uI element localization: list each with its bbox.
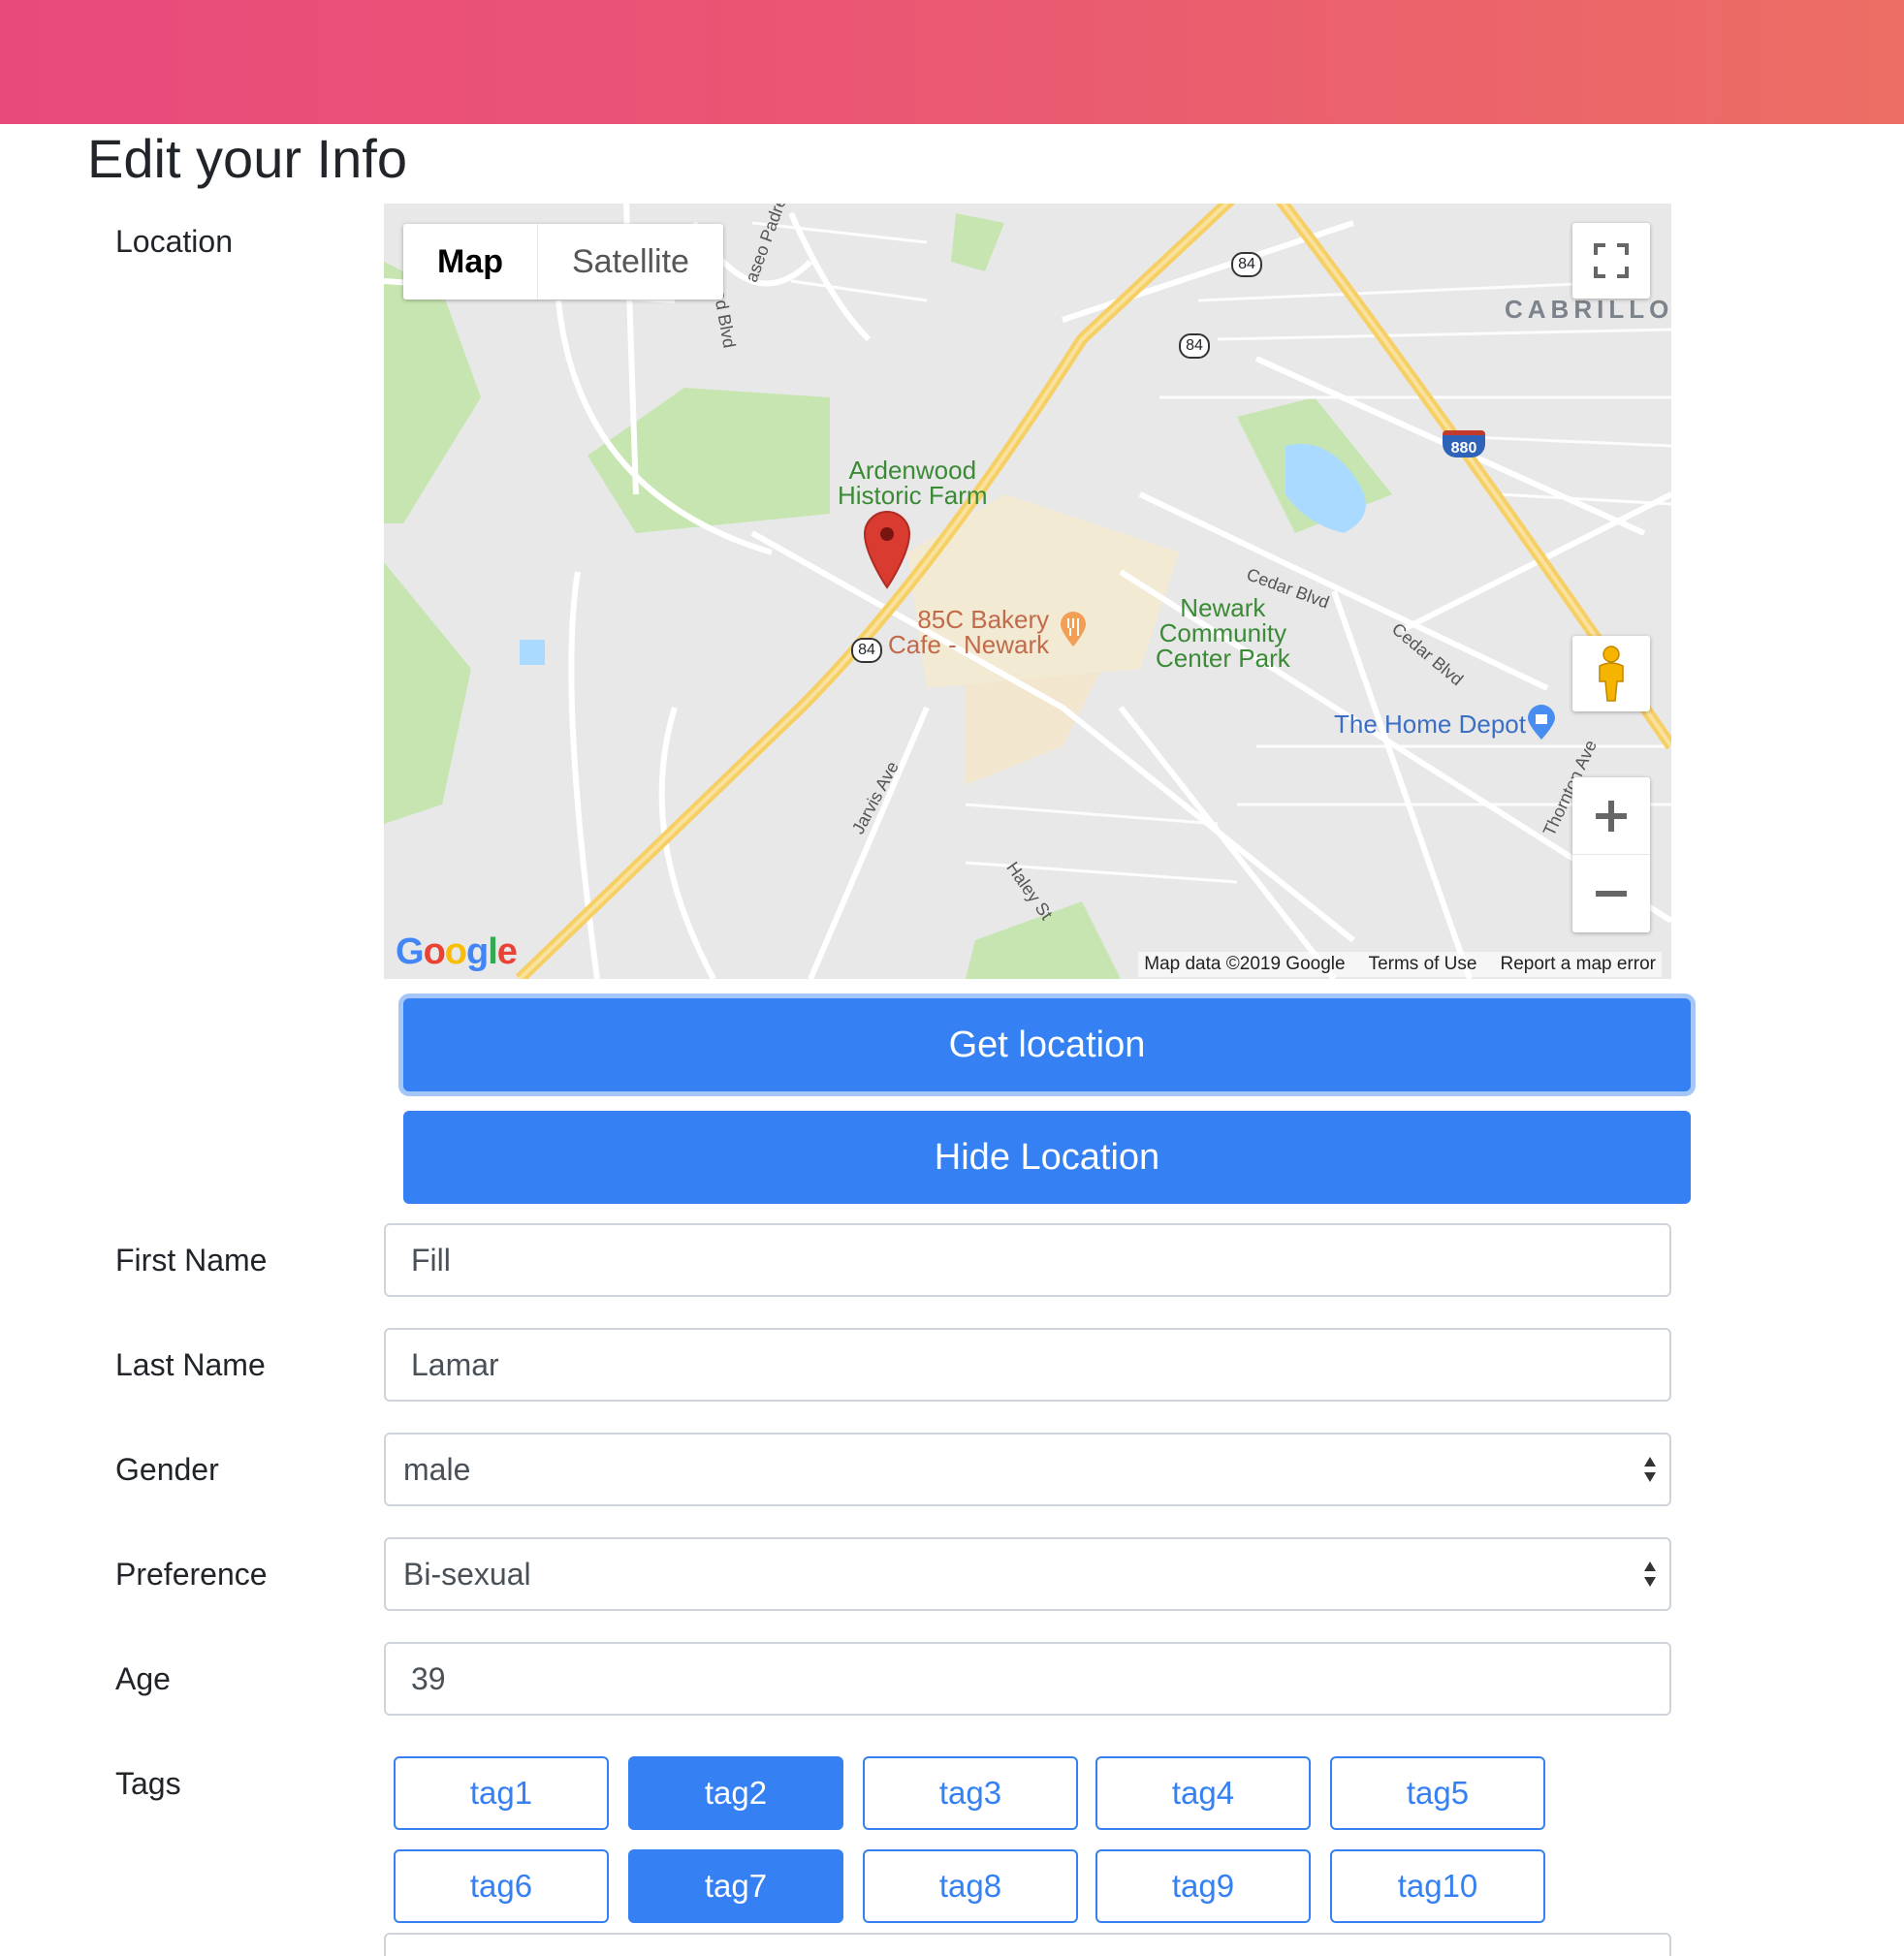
tag-button[interactable]: tag10 bbox=[1330, 1849, 1545, 1923]
location-label: Location bbox=[115, 224, 233, 259]
tag-button[interactable]: tag8 bbox=[863, 1849, 1078, 1923]
select-arrows-icon bbox=[1644, 1457, 1656, 1482]
highway-shield-84: 84 bbox=[1179, 333, 1210, 359]
gender-select-value: male bbox=[403, 1452, 471, 1487]
preference-select[interactable]: Bi-sexual bbox=[384, 1537, 1671, 1611]
map-type-map-button[interactable]: Map bbox=[403, 224, 538, 300]
google-logo-e: e bbox=[496, 931, 518, 972]
next-field[interactable] bbox=[384, 1933, 1671, 1956]
google-logo[interactable]: Google bbox=[396, 931, 518, 973]
google-logo-l: l bbox=[488, 931, 498, 972]
first-name-field[interactable]: Fill bbox=[384, 1223, 1671, 1297]
tags-label: Tags bbox=[115, 1766, 181, 1801]
age-label: Age bbox=[115, 1661, 171, 1696]
map-label-park-line3: Center Park bbox=[1156, 644, 1290, 673]
map-label-ardenwood-line2: Historic Farm bbox=[838, 481, 988, 510]
zoom-out-button[interactable] bbox=[1572, 855, 1650, 932]
map-marker-icon[interactable] bbox=[863, 510, 911, 589]
header-bar bbox=[0, 0, 1904, 124]
map-label-bakery-line1: 85C Bakery bbox=[917, 605, 1050, 634]
google-logo-o1: o bbox=[423, 931, 446, 972]
map[interactable]: CABRILLO Ardenwood Historic Farm 85C Bak… bbox=[384, 204, 1671, 979]
pegman-icon bbox=[1599, 646, 1624, 702]
tag-button[interactable]: tag7 bbox=[628, 1849, 843, 1923]
street-view-button[interactable] bbox=[1572, 636, 1650, 711]
gender-select[interactable]: male bbox=[384, 1433, 1671, 1506]
map-type-satellite-button[interactable]: Satellite bbox=[538, 224, 723, 300]
map-type-control: Map Satellite bbox=[403, 224, 723, 300]
map-data-attribution: Map data ©2019 Google bbox=[1144, 954, 1346, 974]
map-label-home-depot: The Home Depot bbox=[1334, 710, 1526, 739]
tag-button[interactable]: tag6 bbox=[394, 1849, 609, 1923]
minus-icon bbox=[1596, 891, 1627, 897]
map-label-park-line2: Community bbox=[1158, 618, 1287, 647]
map-label-bakery-line2: Cafe - Newark bbox=[888, 630, 1050, 659]
tag-button[interactable]: tag2 bbox=[628, 1756, 843, 1830]
fullscreen-button[interactable] bbox=[1572, 223, 1650, 299]
gender-label: Gender bbox=[115, 1452, 219, 1487]
map-label-ardenwood-line1: Ardenwood bbox=[848, 456, 977, 485]
tag-button[interactable]: tag4 bbox=[1095, 1756, 1311, 1830]
last-name-label: Last Name bbox=[115, 1347, 266, 1382]
plus-icon bbox=[1596, 800, 1627, 832]
preference-label: Preference bbox=[115, 1557, 268, 1592]
map-label-cabrillo: CABRILLO bbox=[1505, 295, 1671, 324]
fullscreen-icon bbox=[1594, 243, 1629, 278]
age-field[interactable]: 39 bbox=[384, 1642, 1671, 1716]
tag-button[interactable]: tag9 bbox=[1095, 1849, 1311, 1923]
tag-button[interactable]: tag5 bbox=[1330, 1756, 1545, 1830]
map-label-park: Newark Community Center Park bbox=[1156, 595, 1290, 671]
map-canvas[interactable] bbox=[384, 204, 1671, 979]
highway-shield-84: 84 bbox=[1231, 252, 1262, 277]
tag-button[interactable]: tag3 bbox=[863, 1756, 1078, 1830]
page-title: Edit your Info bbox=[87, 128, 407, 189]
report-map-error-link[interactable]: Report a map error bbox=[1500, 954, 1656, 975]
first-name-label: First Name bbox=[115, 1243, 268, 1278]
map-label-park-line1: Newark bbox=[1180, 593, 1266, 622]
select-arrows-icon bbox=[1644, 1562, 1656, 1587]
last-name-field[interactable]: Lamar bbox=[384, 1328, 1671, 1402]
get-location-button[interactable]: Get location bbox=[403, 998, 1691, 1091]
tag-button[interactable]: tag1 bbox=[394, 1756, 609, 1830]
google-logo-o2: o bbox=[444, 931, 467, 972]
highway-shield-84: 84 bbox=[851, 638, 882, 663]
zoom-control bbox=[1572, 777, 1650, 932]
map-footer: Map data ©2019 Google Terms of Use Repor… bbox=[1138, 952, 1662, 977]
zoom-in-button[interactable] bbox=[1572, 777, 1650, 855]
store-icon bbox=[1528, 705, 1555, 740]
interstate-shield-880: 880 bbox=[1443, 430, 1485, 457]
map-label-bakery: 85C Bakery Cafe - Newark bbox=[888, 607, 1049, 657]
terms-of-use-link[interactable]: Terms of Use bbox=[1369, 954, 1477, 975]
restaurant-icon bbox=[1061, 612, 1086, 647]
map-label-ardenwood: Ardenwood Historic Farm bbox=[838, 457, 988, 508]
hide-location-button[interactable]: Hide Location bbox=[403, 1111, 1691, 1204]
google-logo-g: G bbox=[396, 931, 425, 972]
google-logo-g2: g bbox=[466, 931, 489, 972]
preference-select-value: Bi-sexual bbox=[403, 1557, 531, 1592]
